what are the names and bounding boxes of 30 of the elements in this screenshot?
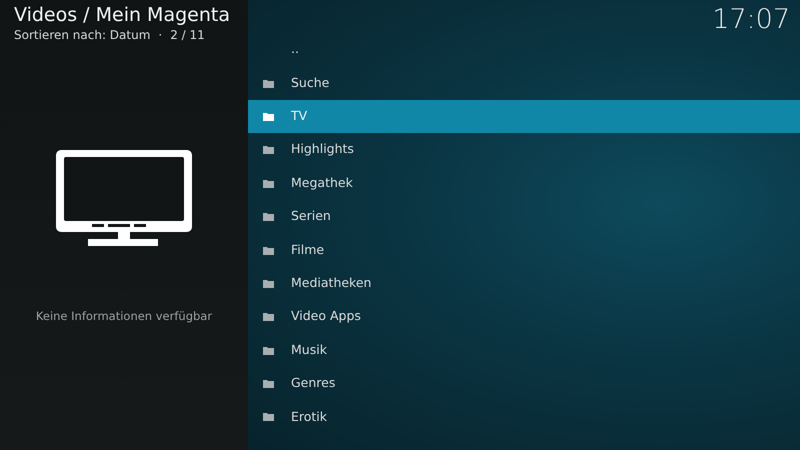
separator: · [158, 28, 162, 42]
folder-icon [263, 278, 274, 288]
list-item[interactable]: TV [248, 100, 800, 134]
list-item[interactable]: Serien [248, 200, 800, 234]
folder-icon [263, 145, 274, 154]
clock: 17:07 [711, 3, 791, 33]
page-title: Videos / Mein Magenta [13, 3, 231, 26]
folder-icon [263, 379, 274, 388]
list-item[interactable]: Genres [248, 366, 800, 400]
list-item[interactable]: Mediatheken [248, 266, 800, 300]
folder-icon [263, 78, 274, 88]
folder-icon [263, 212, 274, 222]
info-text: Keine Informationen verfügbar [34, 308, 214, 325]
list-item[interactable]: Suche [248, 66, 800, 100]
list-item[interactable]: Highlights [248, 133, 800, 167]
folder-icon [263, 346, 274, 355]
sort-order: Sortieren nach: Datum [14, 28, 150, 42]
list-item[interactable]: Video Apps [248, 300, 800, 334]
item-position: 2 / 11 [170, 28, 205, 42]
folder-icon [263, 312, 274, 322]
list-item[interactable]: .. [248, 33, 800, 66]
folder-icon [263, 112, 274, 121]
list-item[interactable]: Erotik [248, 400, 800, 434]
list-item[interactable]: Megathek [248, 166, 800, 200]
folder-icon [263, 178, 274, 188]
folder-icon [263, 412, 274, 422]
list-item[interactable]: Filme [248, 233, 800, 267]
list-item[interactable]: Musik [248, 334, 800, 367]
tv-icon [54, 148, 194, 248]
folder-icon [263, 246, 274, 255]
